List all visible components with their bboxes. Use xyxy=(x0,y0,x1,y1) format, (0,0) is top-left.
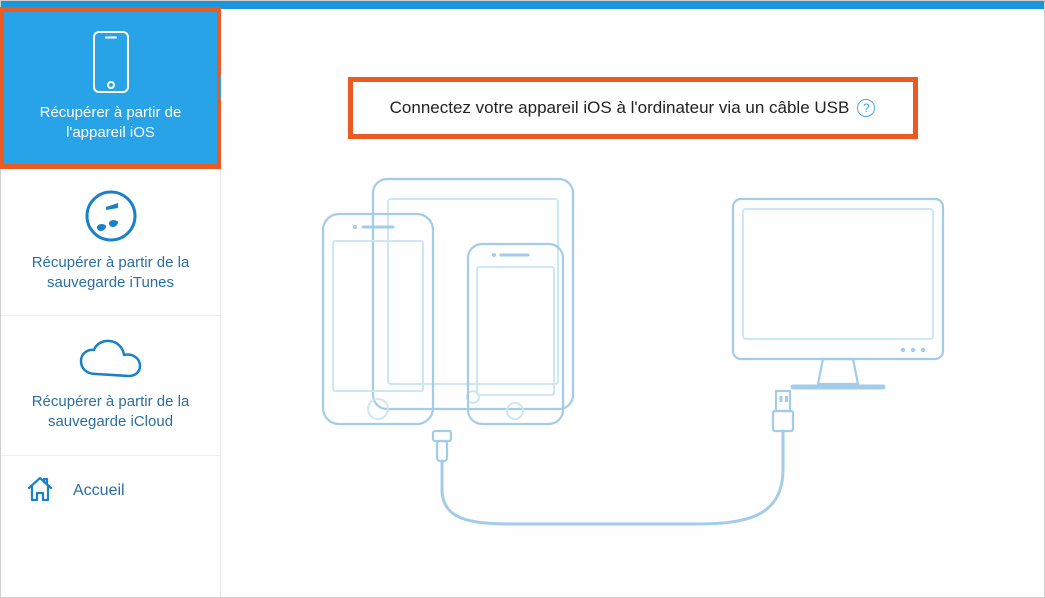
main-layout: Récupérer à partir de l'appareil iOS Réc… xyxy=(1,9,1044,597)
connect-illustration xyxy=(251,169,1014,549)
cloud-icon xyxy=(15,338,206,382)
sidebar: Récupérer à partir de l'appareil iOS Réc… xyxy=(1,9,221,597)
itunes-icon xyxy=(15,189,206,243)
sidebar-item-label: Récupérer à partir de l'appareil iOS xyxy=(15,103,206,144)
sidebar-item-recover-icloud-backup[interactable]: Récupérer à partir de la sauvegarde iClo… xyxy=(1,316,220,456)
sidebar-item-label: Récupérer à partir de la sauvegarde iTun… xyxy=(15,253,206,294)
sidebar-item-recover-itunes-backup[interactable]: Récupérer à partir de la sauvegarde iTun… xyxy=(1,167,220,317)
instruction-text: Connectez votre appareil iOS à l'ordinat… xyxy=(390,98,850,118)
help-icon[interactable]: ? xyxy=(857,99,875,117)
sidebar-item-recover-ios-device[interactable]: Récupérer à partir de l'appareil iOS xyxy=(1,9,220,167)
titlebar xyxy=(1,1,1044,9)
main-content: Connectez votre appareil iOS à l'ordinat… xyxy=(221,9,1044,597)
phone-icon xyxy=(15,31,206,93)
sidebar-item-label: Récupérer à partir de la sauvegarde iClo… xyxy=(15,392,206,433)
sidebar-item-home[interactable]: Accueil xyxy=(1,456,220,527)
home-icon xyxy=(25,474,55,509)
sidebar-home-label: Accueil xyxy=(73,482,125,500)
instruction-banner: Connectez votre appareil iOS à l'ordinat… xyxy=(348,77,918,139)
app-window: Récupérer à partir de l'appareil iOS Réc… xyxy=(0,0,1045,598)
